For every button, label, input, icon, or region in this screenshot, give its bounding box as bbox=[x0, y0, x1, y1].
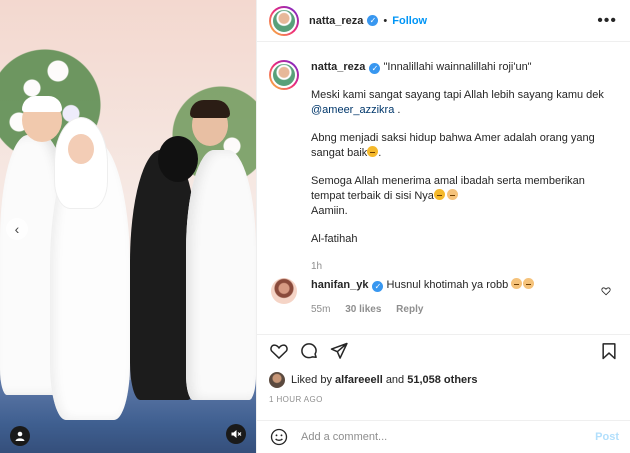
sad-face-emoji-icon bbox=[433, 189, 445, 200]
caption-paragraph-1-text: Meski kami sangat sayang tapi Allah lebi… bbox=[311, 89, 604, 101]
praying-hands-emoji-icon bbox=[446, 189, 458, 200]
praying-hands-emoji-icon bbox=[511, 278, 523, 289]
add-comment-bar: Post bbox=[257, 420, 630, 453]
person-2-face bbox=[68, 134, 94, 164]
reply-meta: 55m 30 likes Reply bbox=[311, 302, 534, 317]
caption-paragraph-4: Al-fatihah bbox=[311, 233, 358, 245]
comment-input[interactable] bbox=[301, 431, 596, 443]
verified-badge-icon: ✓ bbox=[367, 15, 379, 26]
like-heart-icon[interactable] bbox=[269, 341, 289, 361]
praying-hands-emoji-icon bbox=[523, 278, 535, 289]
author-avatar[interactable] bbox=[269, 5, 299, 36]
author-username[interactable]: natta_reza bbox=[309, 15, 363, 27]
emoji-smiley-icon[interactable] bbox=[269, 427, 289, 447]
caption-amen: Aamiin. bbox=[311, 205, 348, 217]
person-4 bbox=[186, 150, 256, 400]
post-side-panel: natta_reza ✓ • Follow ••• natta_reza ✓ "I… bbox=[256, 0, 630, 453]
post-header: natta_reza ✓ • Follow ••• bbox=[257, 0, 630, 42]
sad-face-emoji-icon bbox=[367, 146, 379, 157]
instagram-post-view: ‹ natta_reza ✓ • Follow ••• natta_reza ✓ … bbox=[0, 0, 630, 453]
caption-comment: natta_reza ✓ "Innalillahi wainnalillahi r… bbox=[269, 60, 619, 274]
caption-author-avatar[interactable] bbox=[269, 60, 299, 90]
post-timestamp[interactable]: 1 hour ago bbox=[269, 395, 323, 404]
likes-summary: Liked by alfareeell and 51,058 others bbox=[269, 372, 478, 388]
comment-bubble-icon[interactable] bbox=[299, 341, 319, 361]
audio-muted-icon[interactable] bbox=[226, 424, 246, 444]
reply-text: Husnul khotimah ya robb bbox=[386, 279, 509, 291]
post-photo[interactable]: ‹ bbox=[0, 0, 256, 453]
person-1-cap bbox=[22, 96, 62, 112]
reply-likes-count[interactable]: 30 likes bbox=[345, 304, 381, 315]
caption-paragraph-2: Abng menjadi saksi hidup bahwa Amer adal… bbox=[311, 132, 595, 159]
reply-username[interactable]: hanifan_yk bbox=[311, 279, 368, 291]
likes-prefix: Liked by bbox=[291, 374, 332, 386]
header-separator: • bbox=[383, 14, 388, 27]
reply-author-avatar[interactable] bbox=[271, 278, 297, 304]
tagged-user-icon[interactable] bbox=[10, 426, 30, 446]
caption-paragraph-3: Semoga Allah menerima amal ibadah serta … bbox=[311, 174, 619, 219]
post-actions-bar bbox=[257, 334, 630, 364]
comments-section: natta_reza ✓ "Innalillahi wainnalillahi r… bbox=[257, 52, 630, 332]
save-bookmark-icon[interactable] bbox=[599, 341, 619, 361]
person-4-hair bbox=[190, 100, 230, 118]
verified-badge-icon: ✓ bbox=[369, 63, 381, 74]
likes-conjunction: and bbox=[385, 374, 405, 386]
verified-badge-icon: ✓ bbox=[372, 281, 384, 292]
caption-paragraph-1-tail: . bbox=[394, 104, 401, 116]
mention-link[interactable]: @ameer_azzikra bbox=[311, 104, 394, 116]
caption-timestamp[interactable]: 1h bbox=[311, 259, 619, 274]
more-options-icon[interactable]: ••• bbox=[597, 12, 617, 30]
caption-username[interactable]: natta_reza bbox=[311, 61, 365, 73]
caption-title: "Innalillahi wainnalillahi roji'un" bbox=[383, 61, 532, 73]
reply-button[interactable]: Reply bbox=[396, 304, 423, 315]
carousel-prev-icon[interactable]: ‹ bbox=[6, 218, 28, 240]
caption-paragraph-1: Meski kami sangat sayang tapi Allah lebi… bbox=[311, 88, 619, 118]
reply-body: hanifan_yk ✓ Husnul khotimah ya robb 55m … bbox=[311, 278, 535, 317]
liker-username[interactable]: alfareeell bbox=[335, 374, 383, 386]
follow-button[interactable]: Follow bbox=[392, 15, 427, 27]
person-3-veil bbox=[158, 136, 198, 182]
caption-paragraph-2-text: Abng menjadi saksi hidup bahwa Amer adal… bbox=[311, 132, 595, 159]
share-paper-plane-icon[interactable] bbox=[329, 341, 349, 361]
caption-text: natta_reza ✓ "Innalillahi wainnalillahi r… bbox=[311, 60, 619, 274]
liker-avatar[interactable] bbox=[269, 372, 285, 388]
reply-timestamp[interactable]: 55m bbox=[311, 304, 330, 315]
likes-others-link[interactable]: 51,058 others bbox=[407, 374, 477, 386]
post-comment-button[interactable]: Post bbox=[595, 431, 619, 443]
like-comment-heart-icon[interactable] bbox=[601, 286, 611, 296]
reply-comment: hanifan_yk ✓ Husnul khotimah ya robb 55m … bbox=[269, 278, 619, 317]
